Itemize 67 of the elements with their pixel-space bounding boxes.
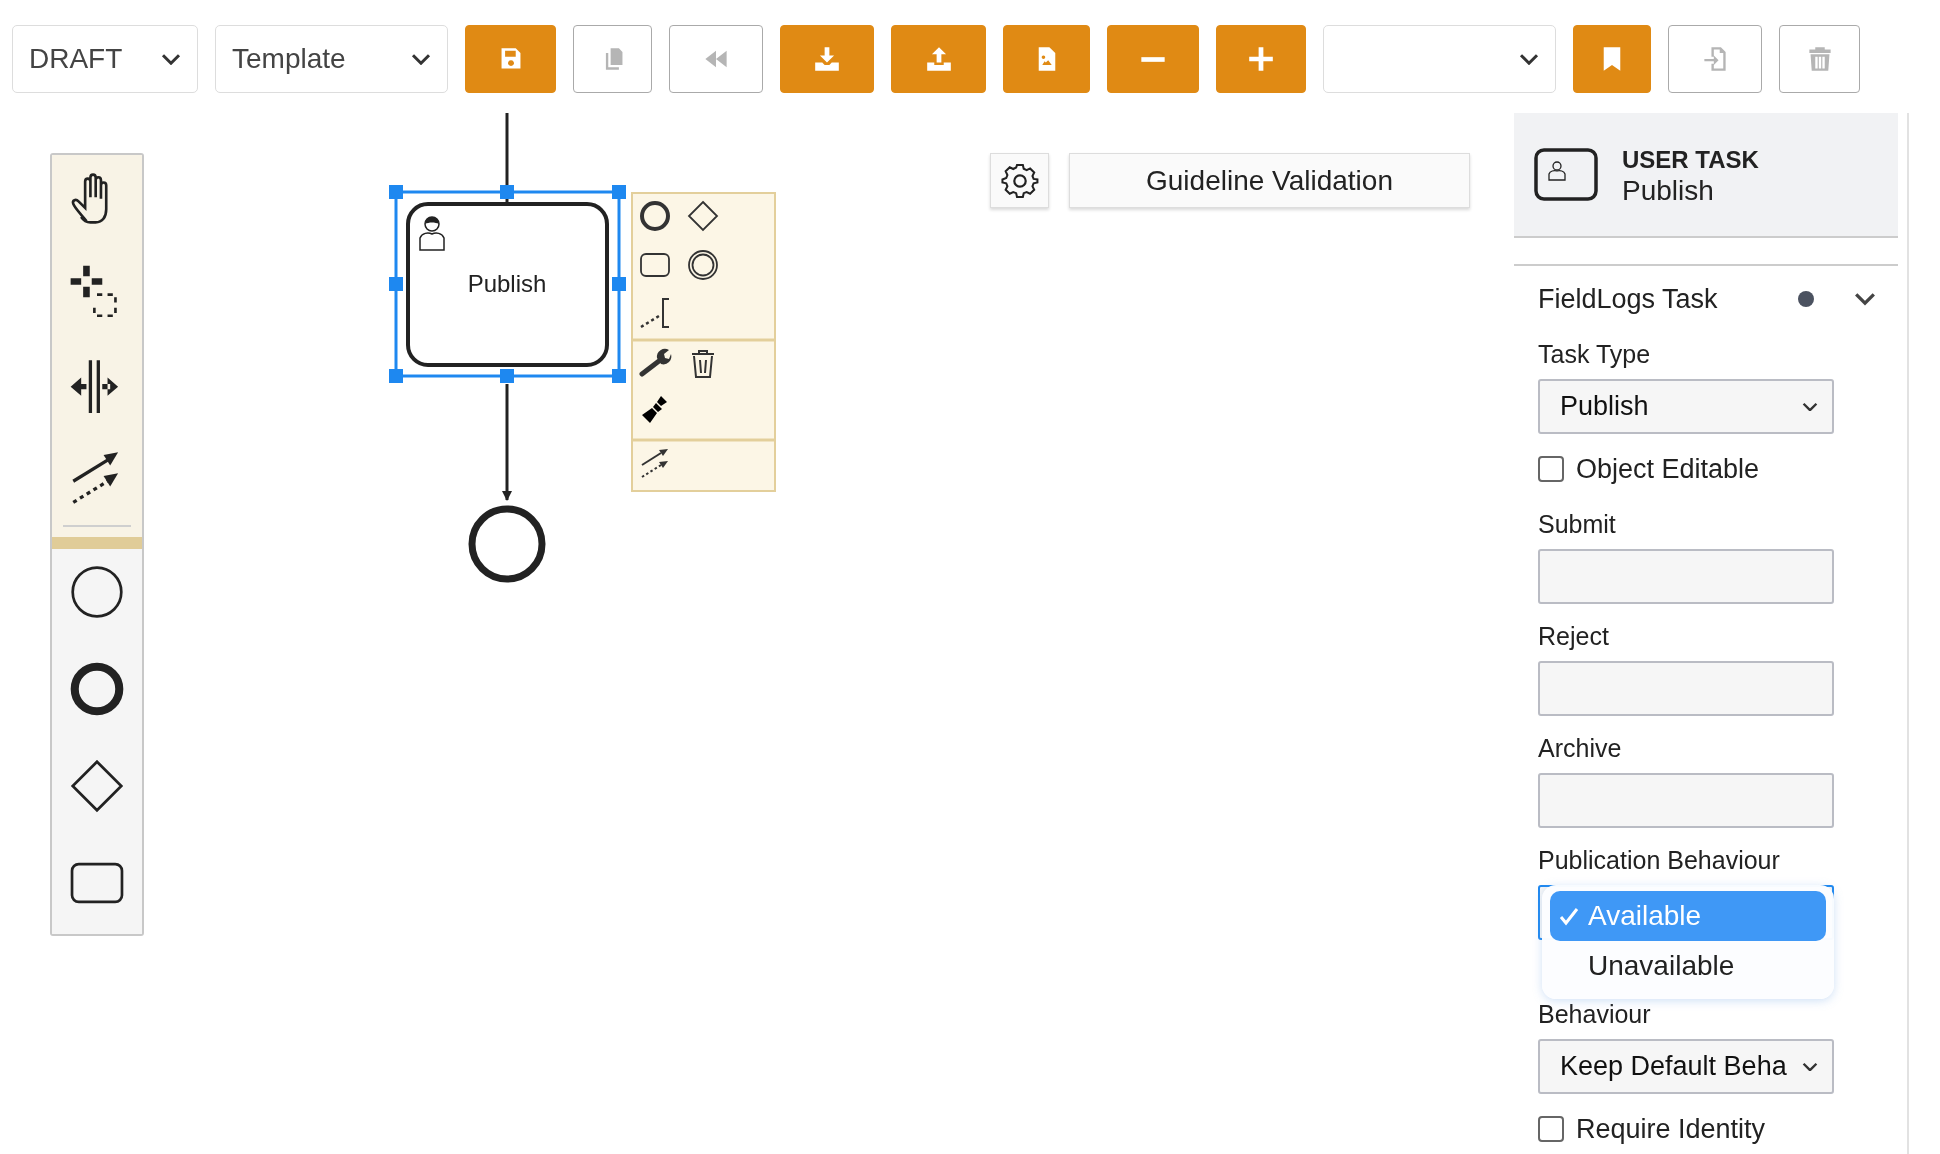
- field-label: Reject: [1538, 621, 1610, 651]
- group-header[interactable]: FieldLogs Task: [1514, 266, 1898, 332]
- element-type: USER TASK: [1622, 144, 1759, 175]
- select-value: Keep Default Beha: [1560, 1051, 1787, 1082]
- selection-outline[interactable]: [389, 185, 626, 383]
- select-value: Template: [232, 43, 346, 75]
- text-field[interactable]: [1538, 773, 1834, 828]
- save-button[interactable]: [465, 25, 556, 93]
- upload-button[interactable]: [891, 25, 986, 93]
- checkbox[interactable]: [1538, 456, 1564, 482]
- settings-button[interactable]: [990, 153, 1049, 208]
- plus-icon: [1248, 46, 1274, 72]
- minus-icon: [1140, 55, 1166, 63]
- double-circle-icon[interactable]: [689, 251, 717, 279]
- text-field[interactable]: [1538, 661, 1834, 716]
- field-label: Publication Behaviour: [1538, 845, 1781, 875]
- thick-circle-icon[interactable]: [642, 203, 668, 229]
- text-field[interactable]: [1538, 549, 1834, 604]
- chevron-down-icon: [1854, 292, 1876, 306]
- import-icon: [1702, 46, 1728, 72]
- select-field[interactable]: Publish: [1538, 379, 1834, 434]
- chevron-down-icon: [1519, 52, 1539, 66]
- select-field[interactable]: Keep Default Beha: [1538, 1039, 1834, 1094]
- thick-circle-icon[interactable]: [70, 662, 124, 716]
- select-field[interactable]: [1323, 25, 1556, 93]
- dropdown-option[interactable]: Unavailable: [1550, 941, 1826, 991]
- image-file-button[interactable]: [1003, 25, 1090, 93]
- field-label: Task Type: [1538, 339, 1652, 369]
- chevron-down-icon: [161, 52, 181, 66]
- circle-icon[interactable]: [70, 565, 124, 619]
- select-value: DRAFT: [29, 43, 123, 75]
- user-task[interactable]: [406, 202, 609, 367]
- field-label: Behaviour: [1538, 999, 1652, 1029]
- rounded-rectangle-icon[interactable]: [641, 254, 669, 276]
- trash-icon[interactable]: [692, 351, 714, 377]
- upload-icon: [925, 46, 952, 72]
- checkbox[interactable]: [1538, 1116, 1564, 1142]
- user-task-icon: [1534, 148, 1598, 201]
- annotation-icon[interactable]: [641, 299, 669, 327]
- bookmark-button[interactable]: [1573, 25, 1651, 93]
- chevron-down-icon: [1802, 1061, 1818, 1072]
- plus-button[interactable]: [1216, 25, 1306, 93]
- end-event[interactable]: [468, 505, 546, 583]
- element-name: Publish: [1622, 174, 1715, 206]
- field-label: Archive: [1538, 733, 1623, 763]
- checkbox-label: Require Identity: [1576, 1113, 1766, 1145]
- checkbox-label: Object Editable: [1576, 453, 1760, 485]
- select-field[interactable]: Template: [215, 25, 448, 93]
- wrench-icon[interactable]: [642, 348, 672, 374]
- paintbrush-icon[interactable]: [642, 396, 667, 423]
- select-value: Publish: [1560, 391, 1649, 422]
- sequence-flow[interactable]: [502, 384, 512, 501]
- select-field[interactable]: DRAFT: [12, 25, 198, 93]
- settings-icon: [1000, 161, 1039, 200]
- chevron-down-icon: [1802, 401, 1818, 412]
- diamond-icon[interactable]: [689, 202, 717, 230]
- task-label: Publish: [467, 270, 547, 297]
- field-label: Submit: [1538, 509, 1617, 539]
- chevron-down-icon: [411, 52, 431, 66]
- connect-icon[interactable]: [642, 449, 668, 477]
- group-title: FieldLogs Task: [1538, 283, 1719, 315]
- download-icon: [814, 46, 840, 72]
- guideline-validation-button[interactable]: Guideline Validation: [1069, 153, 1470, 208]
- trash-icon: [1806, 46, 1833, 72]
- diamond-icon[interactable]: [70, 759, 124, 813]
- download-button[interactable]: [780, 25, 874, 93]
- checkmark-icon: [1559, 906, 1579, 926]
